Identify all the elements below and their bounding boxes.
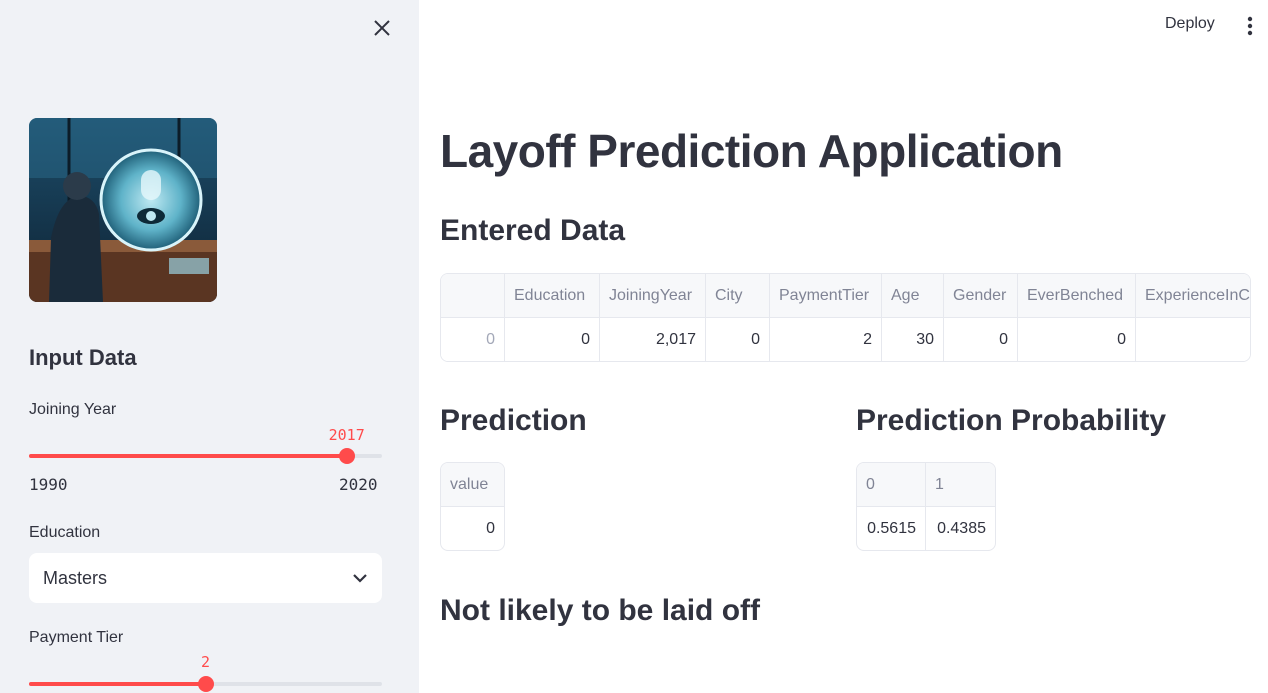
table-header-cell[interactable]: 0 bbox=[857, 463, 926, 507]
slider-thumb[interactable] bbox=[338, 448, 355, 464]
table-cell[interactable]: 2 bbox=[770, 318, 882, 361]
table-cell[interactable]: 0 bbox=[505, 318, 600, 361]
prediction-heading: Prediction bbox=[440, 404, 587, 437]
main-menu-button[interactable] bbox=[1240, 14, 1260, 38]
table-header-cell[interactable] bbox=[441, 274, 505, 318]
table-row: 0.5615 0.4385 bbox=[857, 507, 995, 550]
probability-table[interactable]: 01 0.5615 0.4385 bbox=[856, 462, 996, 551]
table-cell[interactable]: 0 bbox=[944, 318, 1018, 361]
table-cell[interactable]: 0.4385 bbox=[926, 507, 995, 550]
entered-data-table[interactable]: Education JoiningYear City PaymentTier Age Ge… bbox=[440, 273, 1251, 362]
table-cell[interactable]: 0 bbox=[441, 507, 504, 550]
table-header-cell[interactable]: Age bbox=[882, 274, 944, 318]
table-cell[interactable]: 2,017 bbox=[600, 318, 706, 361]
table-header-cell[interactable]: JoiningYear bbox=[600, 274, 706, 318]
deploy-button[interactable]: Deploy bbox=[1165, 15, 1215, 33]
sidebar-header: Input Data bbox=[29, 345, 137, 370]
table-header-cell[interactable]: ExperienceInCu bbox=[1136, 274, 1250, 318]
slider-fill bbox=[29, 682, 206, 686]
education-selected-value: Masters bbox=[43, 567, 108, 588]
table-header-cell[interactable]: City bbox=[706, 274, 770, 318]
table-header-cell[interactable]: 1 bbox=[926, 463, 995, 507]
probability-heading: Prediction Probability bbox=[856, 404, 1167, 437]
education-select[interactable]: Masters bbox=[29, 553, 382, 603]
entered-data-heading: Entered Data bbox=[440, 214, 626, 247]
slider-fill bbox=[29, 454, 347, 458]
close-icon bbox=[374, 20, 390, 36]
joining-year-label: Joining Year bbox=[29, 401, 117, 418]
chevron-down-icon bbox=[353, 574, 367, 583]
table-cell[interactable]: 30 bbox=[882, 318, 944, 361]
slider-min-label: 1990 bbox=[29, 475, 68, 494]
slider-value: 2 bbox=[200, 653, 211, 671]
table-cell[interactable]: 0.5615 bbox=[857, 507, 926, 550]
payment-tier-label: Payment Tier bbox=[29, 629, 124, 646]
table-header-cell[interactable]: value bbox=[441, 463, 504, 507]
kebab-menu-icon bbox=[1247, 16, 1253, 36]
education-label: Education bbox=[29, 524, 101, 541]
sidebar-logo-image bbox=[29, 118, 217, 302]
table-cell[interactable]: 0 bbox=[706, 318, 770, 361]
table-header-row: 01 bbox=[857, 463, 995, 507]
close-sidebar-button[interactable] bbox=[369, 15, 395, 41]
table-header-cell[interactable]: EverBenched bbox=[1018, 274, 1136, 318]
sidebar: Input Data Joining Year 2017 1990 2020 E… bbox=[0, 0, 419, 693]
joining-year-slider[interactable]: 2017 bbox=[29, 426, 382, 464]
table-row: 0 bbox=[441, 507, 504, 550]
table-header-cell[interactable]: PaymentTier bbox=[770, 274, 882, 318]
slider-thumb[interactable] bbox=[197, 676, 214, 692]
table-row: 0 0 2,017 0 2 30 0 0 bbox=[441, 318, 1250, 361]
prediction-table[interactable]: value 0 bbox=[440, 462, 505, 551]
table-header-cell[interactable]: Education bbox=[505, 274, 600, 318]
table-header-row: value bbox=[441, 463, 504, 507]
table-cell[interactable]: 0 bbox=[441, 318, 505, 361]
page-title: Layoff Prediction Application bbox=[440, 125, 1063, 177]
table-header-row: Education JoiningYear City PaymentTier Age Ge… bbox=[441, 274, 1250, 318]
table-cell[interactable]: 0 bbox=[1018, 318, 1136, 361]
slider-max-label: 2020 bbox=[339, 475, 378, 494]
table-cell[interactable] bbox=[1136, 318, 1250, 361]
payment-tier-slider[interactable]: 2 bbox=[29, 653, 382, 692]
table-header-cell[interactable]: Gender bbox=[944, 274, 1018, 318]
prediction-result-text: Not likely to be laid off bbox=[440, 594, 761, 627]
slider-value: 2017 bbox=[328, 426, 365, 444]
